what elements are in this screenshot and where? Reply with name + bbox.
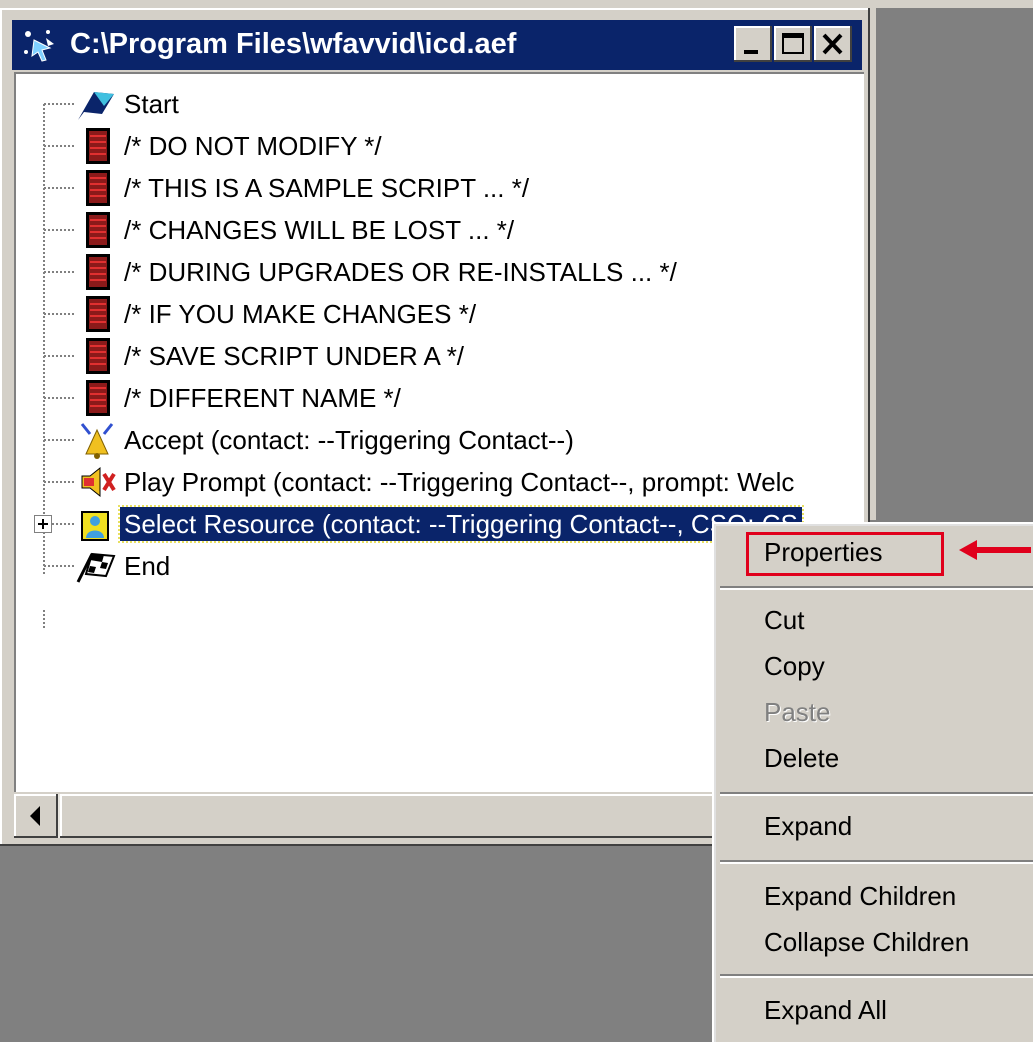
expand-toggle[interactable] (34, 515, 52, 533)
menu-separator (720, 792, 1033, 796)
tree-item-accept[interactable]: Accept (contact: --Triggering Contact--) (74, 420, 578, 460)
start-flag-icon (78, 92, 114, 120)
tree-item-comment[interactable]: /* IF YOU MAKE CHANGES */ (74, 294, 480, 334)
tree-item-label: /* DO NOT MODIFY */ (124, 131, 382, 161)
tree-item-label: /* THIS IS A SAMPLE SCRIPT ... */ (124, 173, 530, 203)
comment-icon (86, 170, 110, 206)
menu-item-expand-all[interactable]: Expand All (764, 990, 887, 1030)
menu-separator (720, 586, 1033, 590)
callout-arrow-icon (959, 540, 1031, 560)
play-prompt-icon (81, 466, 116, 498)
tree-item-start[interactable]: Start (74, 84, 183, 124)
comment-icon (86, 212, 110, 248)
tree-item-label: /* SAVE SCRIPT UNDER A */ (124, 341, 465, 371)
title-bar[interactable]: C:\Program Files\wfavvid\icd.aef (12, 20, 862, 70)
accept-bell-icon (80, 423, 114, 459)
close-icon (822, 33, 843, 55)
menu-item-collapse-children[interactable]: Collapse Children (764, 922, 969, 962)
tree-item-comment[interactable]: /* DIFFERENT NAME */ (74, 378, 405, 418)
tree-item-label: /* DIFFERENT NAME */ (124, 383, 401, 413)
select-resource-icon (81, 511, 109, 541)
menu-item-cut[interactable]: Cut (764, 600, 804, 640)
minimize-button[interactable] (734, 26, 772, 62)
properties-callout-box (746, 532, 944, 576)
tree-item-label: /* CHANGES WILL BE LOST ... */ (124, 215, 515, 245)
menu-separator (720, 974, 1033, 978)
close-button[interactable] (814, 26, 852, 62)
comment-icon (86, 338, 110, 374)
context-menu: Properties Cut Copy Paste Delete Expand … (712, 522, 1033, 1042)
menu-item-copy[interactable]: Copy (764, 646, 825, 686)
tree-item-comment[interactable]: /* DO NOT MODIFY */ (74, 126, 386, 166)
menu-item-delete[interactable]: Delete (764, 738, 839, 778)
tree-item-select-resource[interactable]: Select Resource (contact: --Triggering C… (74, 504, 804, 544)
tree-item-label: Start (124, 89, 179, 119)
tree-item-label: /* DURING UPGRADES OR RE-INSTALLS ... */ (124, 257, 677, 287)
comment-icon (86, 254, 110, 290)
tree-item-end[interactable]: End (74, 546, 174, 586)
scrollbar-thumb[interactable] (60, 794, 716, 838)
menu-item-expand-children[interactable]: Expand Children (764, 876, 956, 916)
tree-item-comment[interactable]: /* DURING UPGRADES OR RE-INSTALLS ... */ (74, 252, 681, 292)
tree-item-label: Accept (contact: --Triggering Contact--) (124, 425, 574, 455)
tree-item-label: /* IF YOU MAKE CHANGES */ (124, 299, 477, 329)
menu-item-expand[interactable]: Expand (764, 806, 852, 846)
minimize-icon (744, 50, 758, 54)
comment-icon (86, 380, 110, 416)
tree-item-play-prompt[interactable]: Play Prompt (contact: --Triggering Conta… (74, 462, 798, 502)
app-icon (24, 30, 54, 62)
comment-icon (86, 128, 110, 164)
background-strip (0, 0, 1033, 8)
scroll-left-button[interactable] (14, 794, 58, 838)
tree-item-label: Select Resource (contact: --Triggering C… (118, 505, 804, 543)
maximize-button[interactable] (774, 26, 812, 62)
tree-item-label: End (124, 551, 171, 581)
menu-separator (720, 860, 1033, 864)
comment-icon (86, 296, 110, 332)
tree-item-comment[interactable]: /* THIS IS A SAMPLE SCRIPT ... */ (74, 168, 533, 208)
maximize-icon (782, 33, 804, 54)
tree-item-label: Play Prompt (contact: --Triggering Conta… (124, 467, 795, 497)
tree-item-comment[interactable]: /* SAVE SCRIPT UNDER A */ (74, 336, 468, 376)
window-title: C:\Program Files\wfavvid\icd.aef (70, 28, 517, 60)
arrow-left-icon (30, 806, 40, 826)
menu-item-paste: Paste (764, 697, 831, 727)
end-flag-icon (76, 552, 116, 583)
plus-icon (38, 519, 48, 529)
tree-item-comment[interactable]: /* CHANGES WILL BE LOST ... */ (74, 210, 518, 250)
